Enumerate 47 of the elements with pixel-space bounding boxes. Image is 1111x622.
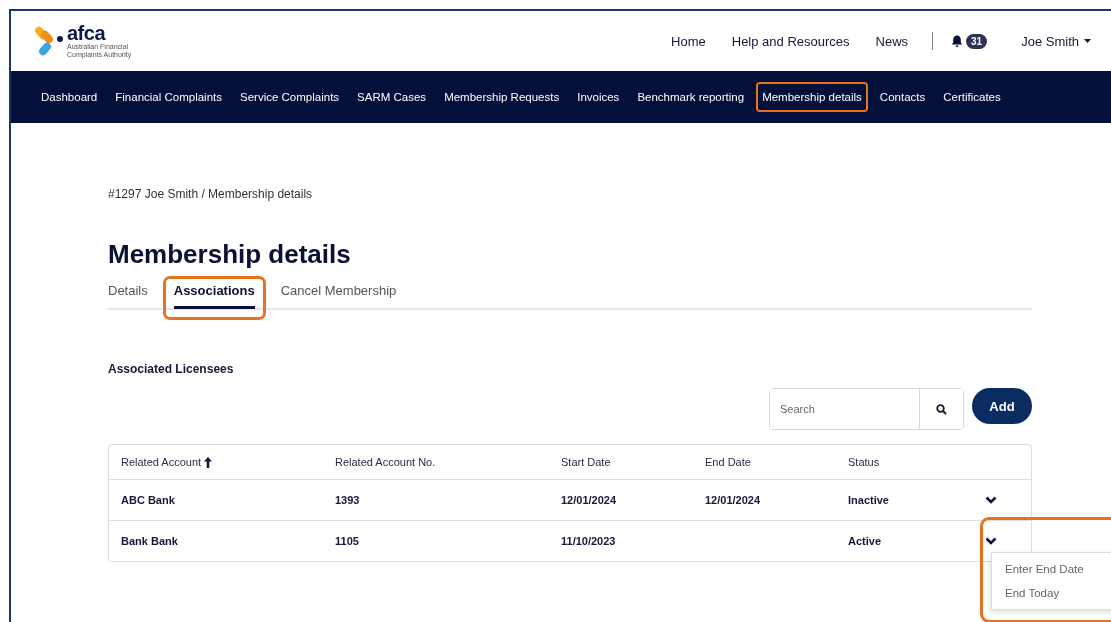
tab[interactable]: Details: [108, 276, 159, 320]
table-cell-text: 12/01/2024: [705, 494, 762, 506]
nav-link[interactable]: Dashboard: [35, 82, 104, 112]
chevron-down-icon: [985, 537, 997, 545]
table-cell-text: 1393: [335, 494, 361, 506]
column-header[interactable]: Related Account: [121, 456, 335, 468]
add-button[interactable]: Add: [972, 388, 1032, 424]
nav-link[interactable]: Invoices: [571, 82, 626, 112]
nav-link[interactable]: Membership Requests: [438, 82, 566, 112]
nav-link[interactable]: Benchmark reporting: [631, 82, 751, 112]
table-cell-text: 1105: [335, 535, 360, 547]
section-title: Associated Licensees: [108, 362, 235, 376]
notification-count: 31: [966, 33, 988, 49]
top-nav-link[interactable]: Home: [671, 33, 706, 49]
search-button[interactable]: [919, 389, 963, 429]
nav-link[interactable]: Contacts: [873, 82, 932, 112]
column-header[interactable]: Related Account No.: [335, 456, 561, 468]
logo-wordmark: afca: [67, 23, 106, 44]
nav-link[interactable]: SARM Cases: [351, 82, 433, 112]
tab[interactable]: Associations: [162, 276, 266, 320]
top-nav-link[interactable]: Help and Resources: [731, 33, 850, 49]
search-field[interactable]: Search: [769, 388, 964, 430]
nav-link[interactable]: Service Complaints: [234, 82, 346, 112]
top-nav-link[interactable]: News: [875, 33, 909, 49]
bell-icon[interactable]: [951, 34, 964, 48]
table-cell-text: 11/10/2023: [561, 535, 617, 547]
table-cell-text: ABC Bank: [121, 494, 176, 506]
table-cell-text: 12/01/2024: [561, 494, 618, 506]
column-header[interactable]: End Date: [705, 456, 848, 468]
menu-item[interactable]: Enter End Date: [992, 557, 1111, 581]
search-icon: [936, 403, 947, 415]
nav-link[interactable]: Financial Complaints: [109, 82, 228, 112]
nav-link[interactable]: Certificates: [937, 82, 1007, 112]
page-title: Membership details: [108, 239, 352, 270]
tab[interactable]: Cancel Membership: [269, 276, 408, 320]
user-menu[interactable]: Joe Smith: [1021, 33, 1091, 49]
logo-mark-icon: [35, 24, 65, 58]
breadcrumb: #1297 Joe Smith / Membership details: [108, 187, 314, 201]
column-header[interactable]: Start Date: [561, 456, 705, 468]
nav-link[interactable]: Membership details: [756, 82, 868, 112]
caret-icon: [1084, 39, 1091, 43]
table-cell-text: Inactive: [848, 494, 890, 506]
chevron-down-icon: [985, 496, 997, 504]
column-header[interactable]: Status: [848, 456, 983, 468]
menu-item[interactable]: End Today: [992, 581, 1111, 605]
table-cell-text: Active: [848, 535, 883, 547]
table-cell-text: Bank Bank: [121, 535, 179, 547]
